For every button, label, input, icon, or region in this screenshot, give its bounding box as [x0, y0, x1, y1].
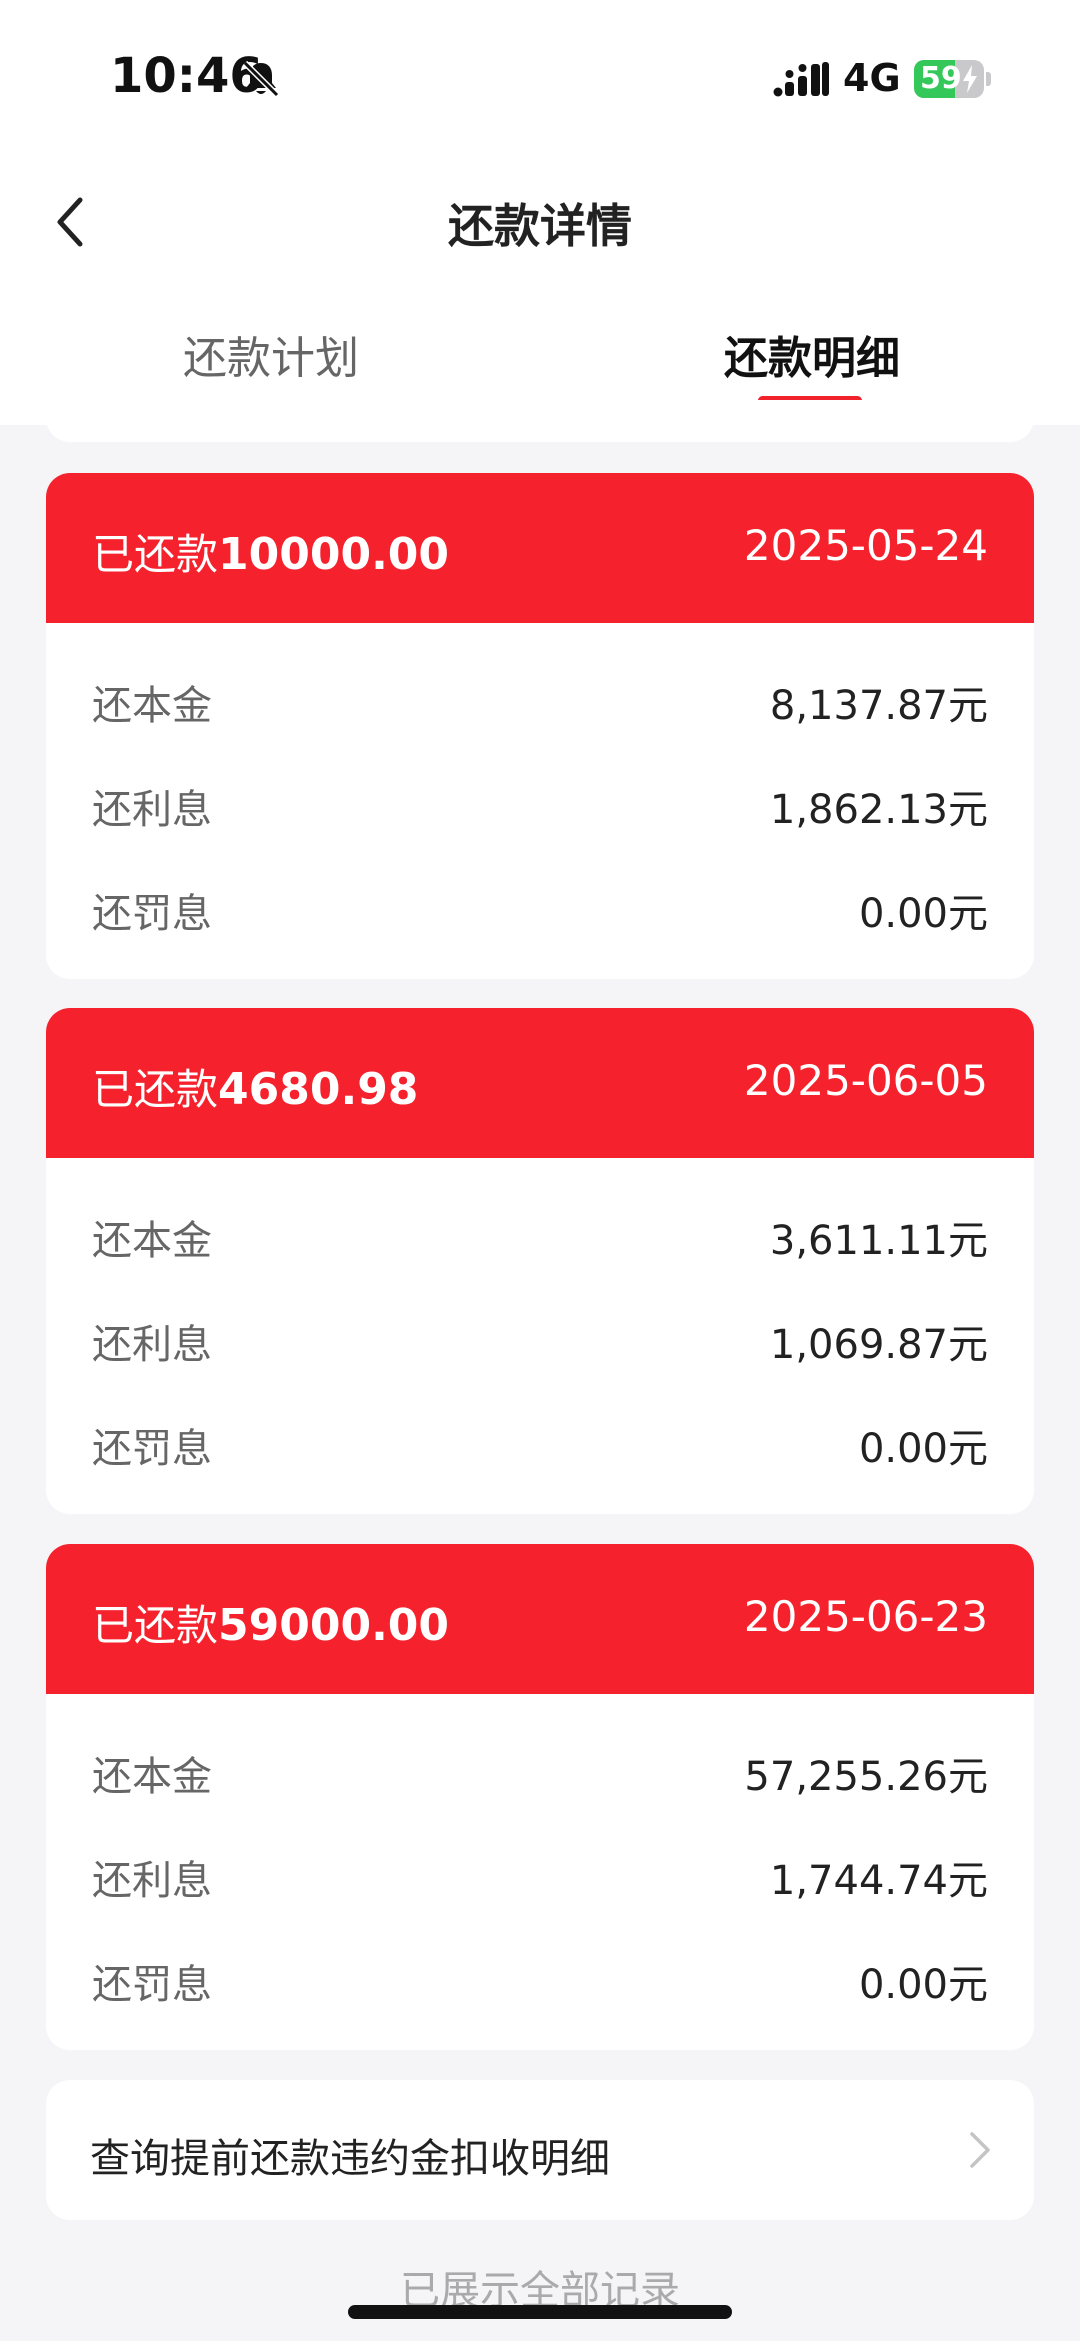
tab-repayment-detail[interactable]: 还款明细: [724, 322, 900, 386]
previous-card-peek: [46, 400, 1034, 442]
network-type: 4G: [843, 56, 901, 100]
charging-bolt-icon: [963, 65, 977, 93]
status-bar: 10:46 4G 59: [0, 0, 1080, 150]
principal-value: 57,255.26元: [744, 1754, 988, 1800]
penalty-value: 0.00元: [858, 1426, 988, 1472]
page-title: 还款详情: [448, 199, 632, 253]
battery-cap: [986, 72, 991, 86]
principal-value: 3,611.11元: [769, 1218, 988, 1264]
card-header: 已还款59000.00 2025-06-23: [46, 1544, 1034, 1694]
home-indicator[interactable]: [348, 2305, 732, 2319]
paid-amount-label: 已还款59000.00: [92, 1600, 450, 1651]
penalty-label: 还罚息: [92, 1962, 212, 2008]
chevron-right-icon: [970, 2132, 990, 2168]
penalty-value: 0.00元: [858, 891, 988, 937]
link-label: 查询提前还款违约金扣收明细: [90, 2136, 610, 2182]
card-header: 已还款4680.98 2025-06-05: [46, 1008, 1034, 1158]
principal-label: 还本金: [92, 1218, 212, 1264]
interest-label: 还利息: [92, 787, 212, 833]
repayment-date: 2025-06-05: [743, 1056, 988, 1105]
paid-amount-label: 已还款10000.00: [92, 529, 450, 580]
battery-percent: 59: [920, 61, 962, 96]
repayment-date: 2025-05-24: [743, 521, 988, 570]
card-header: 已还款10000.00 2025-05-24: [46, 473, 1034, 623]
repayment-record-card: 已还款10000.00 2025-05-24 还本金 8,137.87元 还利息…: [46, 473, 1034, 979]
tab-repayment-plan[interactable]: 还款计划: [183, 322, 359, 386]
paid-amount: 59000.00: [218, 1600, 450, 1651]
interest-value: 1,069.87元: [769, 1322, 988, 1368]
repayment-date: 2025-06-23: [743, 1592, 988, 1641]
principal-label: 还本金: [92, 683, 212, 729]
paid-amount: 10000.00: [218, 529, 450, 580]
principal-value: 8,137.87元: [769, 683, 988, 729]
interest-label: 还利息: [92, 1322, 212, 1368]
paid-amount-label: 已还款4680.98: [92, 1064, 419, 1115]
interest-label: 还利息: [92, 1858, 212, 1904]
penalty-label: 还罚息: [92, 1426, 212, 1472]
battery-icon: 59: [914, 60, 984, 98]
early-repayment-penalty-link[interactable]: 查询提前还款违约金扣收明细: [46, 2080, 1034, 2220]
repayment-record-card: 已还款59000.00 2025-06-23 还本金 57,255.26元 还利…: [46, 1544, 1034, 2050]
penalty-label: 还罚息: [92, 891, 212, 937]
bell-muted-icon: [242, 60, 280, 98]
principal-label: 还本金: [92, 1754, 212, 1800]
interest-value: 1,744.74元: [769, 1858, 988, 1904]
interest-value: 1,862.13元: [769, 787, 988, 833]
paid-amount: 4680.98: [218, 1064, 419, 1115]
penalty-value: 0.00元: [858, 1962, 988, 2008]
cellular-signal-icon: [773, 62, 829, 97]
repayment-record-card: 已还款4680.98 2025-06-05 还本金 3,611.11元 还利息 …: [46, 1008, 1034, 1514]
